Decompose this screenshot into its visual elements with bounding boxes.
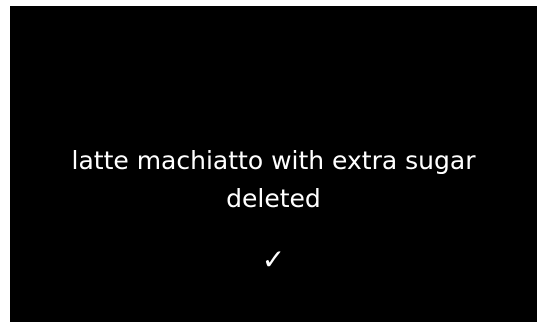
status-text: deleted [226,184,321,213]
confirmation-screen: latte machiatto with extra sugar deleted… [10,6,537,322]
checkmark-icon: ✓ [261,243,286,276]
deletion-message: latte machiatto with extra sugar deleted [10,142,537,218]
item-name: latte machiatto with extra sugar [71,146,476,175]
device-frame: latte machiatto with extra sugar deleted… [0,0,548,332]
